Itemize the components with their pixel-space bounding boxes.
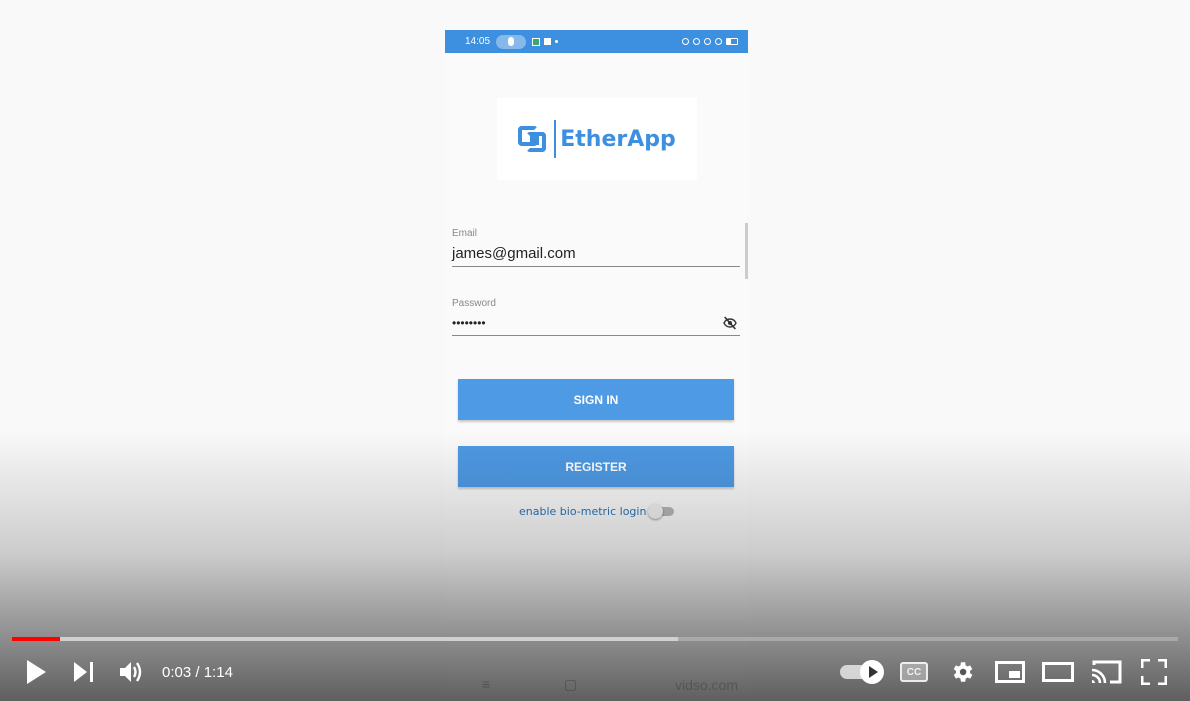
next-icon xyxy=(74,662,93,682)
scrollbar xyxy=(745,223,748,279)
system-status-icons xyxy=(682,38,738,45)
volume-button[interactable] xyxy=(108,648,156,696)
time-separator: / xyxy=(191,663,204,681)
fullscreen-button[interactable] xyxy=(1130,648,1178,696)
logo-divider xyxy=(554,120,557,158)
buffered-bar xyxy=(12,637,678,641)
register-button[interactable]: REGISTER xyxy=(458,446,734,487)
email-input[interactable]: james@gmail.com xyxy=(452,245,740,267)
played-bar xyxy=(12,637,60,641)
password-value: •••••••• xyxy=(452,316,486,330)
theater-icon xyxy=(1042,662,1074,682)
cast-icon xyxy=(1091,660,1122,684)
logo-text: EtherApp xyxy=(560,126,676,152)
email-label: Email xyxy=(452,228,478,239)
subtitles-icon: CC xyxy=(900,662,928,682)
miniplayer-button[interactable] xyxy=(986,648,1034,696)
play-icon xyxy=(27,660,46,684)
autoplay-toggle[interactable] xyxy=(828,648,888,696)
email-value: james@gmail.com xyxy=(452,245,576,262)
status-time: 14:05 xyxy=(465,36,491,47)
theater-button[interactable] xyxy=(1034,648,1082,696)
biometric-label: enable bio-metric login xyxy=(519,504,647,518)
time-current: 0:03 xyxy=(162,663,192,681)
biometric-toggle[interactable] xyxy=(648,504,676,519)
biometric-login[interactable]: enable bio-metric login xyxy=(519,504,676,519)
video-player[interactable]: 14:05 EtherApp Email james@gmail.com Pas… xyxy=(0,0,1190,701)
password-input[interactable]: •••••••• xyxy=(452,315,740,336)
logo-icon xyxy=(518,124,548,154)
subtitles-button[interactable]: CC xyxy=(890,648,938,696)
settings-icon xyxy=(953,662,973,682)
sign-in-button[interactable]: SIGN IN xyxy=(458,379,734,420)
mic-icon xyxy=(496,34,527,49)
notification-icons xyxy=(532,37,559,46)
password-field[interactable]: Password •••••••• xyxy=(452,298,740,336)
play-button[interactable] xyxy=(12,648,60,696)
volume-icon xyxy=(120,662,142,682)
settings-button[interactable] xyxy=(938,648,986,696)
player-controls: 0:03 / 1:14 CC xyxy=(0,648,1190,696)
password-label: Password xyxy=(452,298,496,309)
time-display: 0:03 / 1:14 xyxy=(162,664,233,681)
miniplayer-icon xyxy=(995,661,1025,683)
battery-icon xyxy=(726,38,738,45)
cast-button[interactable] xyxy=(1082,648,1130,696)
email-field[interactable]: Email james@gmail.com xyxy=(452,228,740,267)
progress-bar[interactable] xyxy=(12,637,1178,641)
phone-screen: 14:05 EtherApp Email james@gmail.com Pas… xyxy=(445,30,748,701)
eye-off-icon[interactable] xyxy=(720,315,740,331)
time-total: 1:14 xyxy=(203,663,233,681)
autoplay-play-icon xyxy=(860,660,884,684)
fullscreen-icon xyxy=(1141,659,1167,685)
status-bar: 14:05 xyxy=(445,30,748,53)
app-logo: EtherApp xyxy=(497,98,697,180)
next-button[interactable] xyxy=(60,648,108,696)
